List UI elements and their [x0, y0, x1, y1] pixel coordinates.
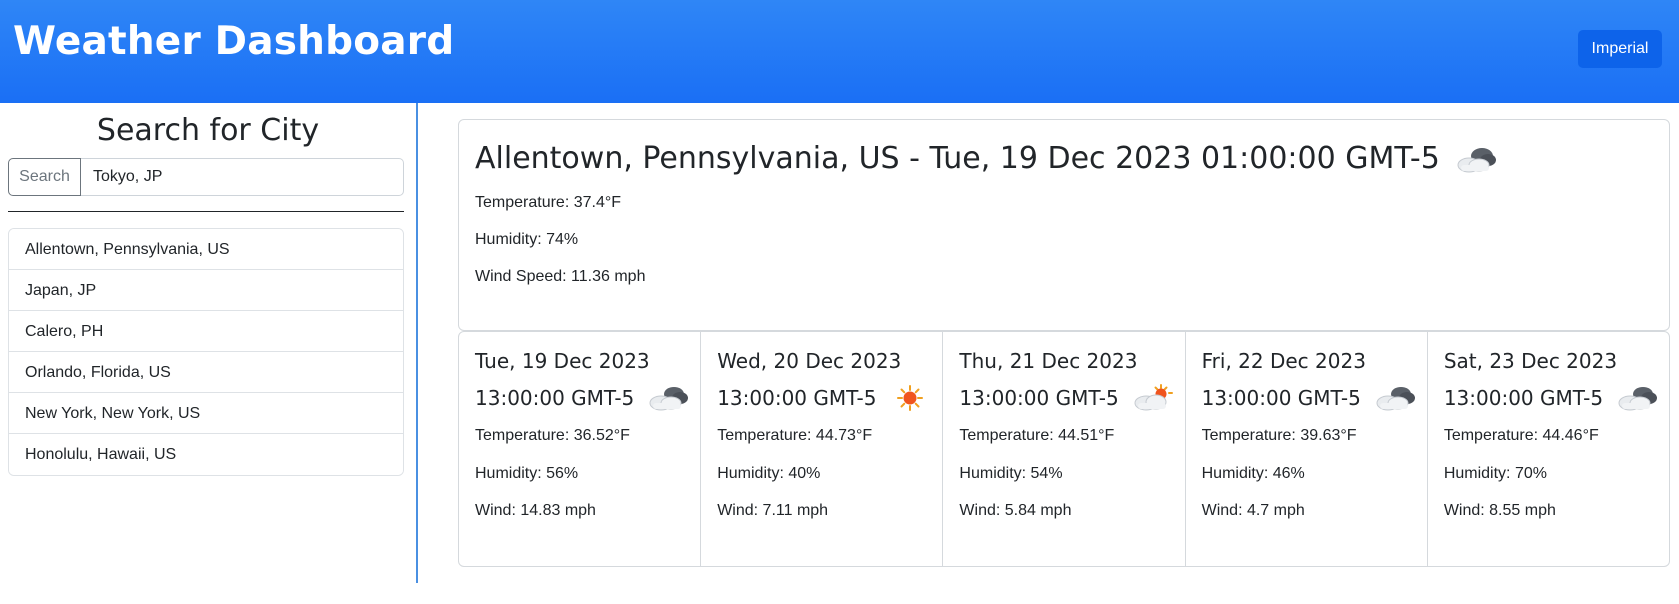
- forecast-date: Thu, 21 Dec 2023: [959, 349, 1138, 373]
- forecast-temperature: Temperature: 44.73°F: [717, 427, 873, 444]
- forecast-wind: Wind: 14.83 mph: [475, 502, 596, 519]
- search-history-list: Allentown, Pennsylvania, US Japan, JP Ca…: [8, 228, 404, 476]
- current-weather-card: Allentown, Pennsylvania, US - Tue, 19 De…: [458, 119, 1670, 331]
- forecast-temperature: Temperature: 39.63°F: [1201, 427, 1357, 444]
- forecast-time-text: 13:00:00 GMT-5: [1443, 386, 1604, 410]
- cloudy-night-icon: [1457, 147, 1496, 172]
- forecast-time: 13:00:00 GMT-5: [475, 383, 690, 413]
- cloudy-icon: [649, 387, 689, 411]
- forecast-card: Fri, 22 Dec 2023 13:00:00 GMT-5 Temperat…: [1186, 332, 1428, 566]
- history-item[interactable]: Orlando, Florida, US: [9, 352, 403, 393]
- search-sidebar: Search for City Search Allentown, Pennsy…: [0, 103, 416, 583]
- forecast-time: 13:00:00 GMT-5: [717, 383, 932, 413]
- forecast-time-text: 13:00:00 GMT-5: [1201, 386, 1361, 410]
- app-header: Weather Dashboard Imperial: [0, 0, 1679, 103]
- forecast-time-text: 13:00:00 GMT-5: [959, 386, 1119, 410]
- forecast-date: Tue, 19 Dec 2023: [475, 349, 650, 373]
- history-item[interactable]: New York, New York, US: [9, 393, 403, 434]
- partly-cloudy-icon: [1134, 384, 1173, 411]
- forecast-card: Sat, 23 Dec 2023 13:00:00 GMT-5 Temperat…: [1428, 332, 1669, 566]
- forecast-temperature: Temperature: 44.51°F: [959, 427, 1115, 444]
- forecast-humidity: Humidity: 46%: [1201, 465, 1305, 482]
- current-wind-speed: Wind Speed: 11.36 mph: [475, 268, 646, 285]
- five-day-forecast: Tue, 19 Dec 2023 13:00:00 GMT-5 Temperat…: [458, 331, 1670, 567]
- forecast-time: 13:00:00 GMT-5: [959, 383, 1174, 413]
- forecast-card: Wed, 20 Dec 2023 13:00:00 GMT-5 Temperat…: [701, 332, 944, 566]
- forecast-time-text: 13:00:00 GMT-5: [475, 386, 635, 410]
- forecast-wind: Wind: 5.84 mph: [959, 502, 1072, 519]
- sun-icon: [897, 385, 924, 411]
- forecast-humidity: Humidity: 56%: [475, 465, 579, 482]
- forecast-card: Thu, 21 Dec 2023 13:00:00 GMT-5 Temperat…: [943, 332, 1186, 566]
- forecast-date: Wed, 20 Dec 2023: [717, 349, 902, 373]
- cloudy-icon: [1376, 387, 1415, 411]
- search-button[interactable]: Search: [8, 158, 81, 196]
- units-toggle-button[interactable]: Imperial: [1578, 30, 1662, 68]
- current-humidity: Humidity: 74%: [475, 231, 579, 248]
- search-group: Search: [8, 158, 404, 196]
- sidebar-border: [416, 103, 418, 583]
- forecast-time: 13:00:00 GMT-5: [1202, 383, 1417, 413]
- forecast-humidity: Humidity: 40%: [717, 465, 821, 482]
- forecast-date: Sat, 23 Dec 2023: [1443, 349, 1618, 373]
- current-weather-heading: Allentown, Pennsylvania, US - Tue, 19 De…: [475, 141, 1440, 176]
- forecast-wind: Wind: 8.55 mph: [1443, 502, 1556, 519]
- forecast-temperature: Temperature: 44.46°F: [1443, 427, 1599, 444]
- forecast-card: Tue, 19 Dec 2023 13:00:00 GMT-5 Temperat…: [459, 332, 702, 566]
- app-title: Weather Dashboard: [13, 19, 455, 64]
- forecast-wind: Wind: 4.7 mph: [1201, 502, 1305, 519]
- forecast-humidity: Humidity: 70%: [1443, 465, 1547, 482]
- forecast-humidity: Humidity: 54%: [959, 465, 1063, 482]
- forecast-time-text: 13:00:00 GMT-5: [717, 386, 877, 410]
- cloudy-icon: [1618, 387, 1658, 411]
- history-item[interactable]: Calero, PH: [9, 311, 403, 352]
- current-temperature: Temperature: 37.4°F: [475, 194, 622, 211]
- current-weather-title: Allentown, Pennsylvania, US - Tue, 19 De…: [475, 141, 1498, 176]
- history-item[interactable]: Japan, JP: [9, 270, 403, 311]
- search-heading: Search for City: [96, 113, 320, 148]
- forecast-time: 13:00:00 GMT-5: [1444, 383, 1659, 413]
- forecast-wind: Wind: 7.11 mph: [717, 502, 829, 519]
- sidebar-divider: [8, 211, 404, 212]
- history-item[interactable]: Allentown, Pennsylvania, US: [9, 229, 403, 270]
- forecast-temperature: Temperature: 36.52°F: [475, 427, 630, 444]
- city-search-input[interactable]: [81, 158, 404, 196]
- history-item[interactable]: Honolulu, Hawaii, US: [9, 434, 403, 475]
- forecast-date: Fri, 22 Dec 2023: [1201, 349, 1366, 373]
